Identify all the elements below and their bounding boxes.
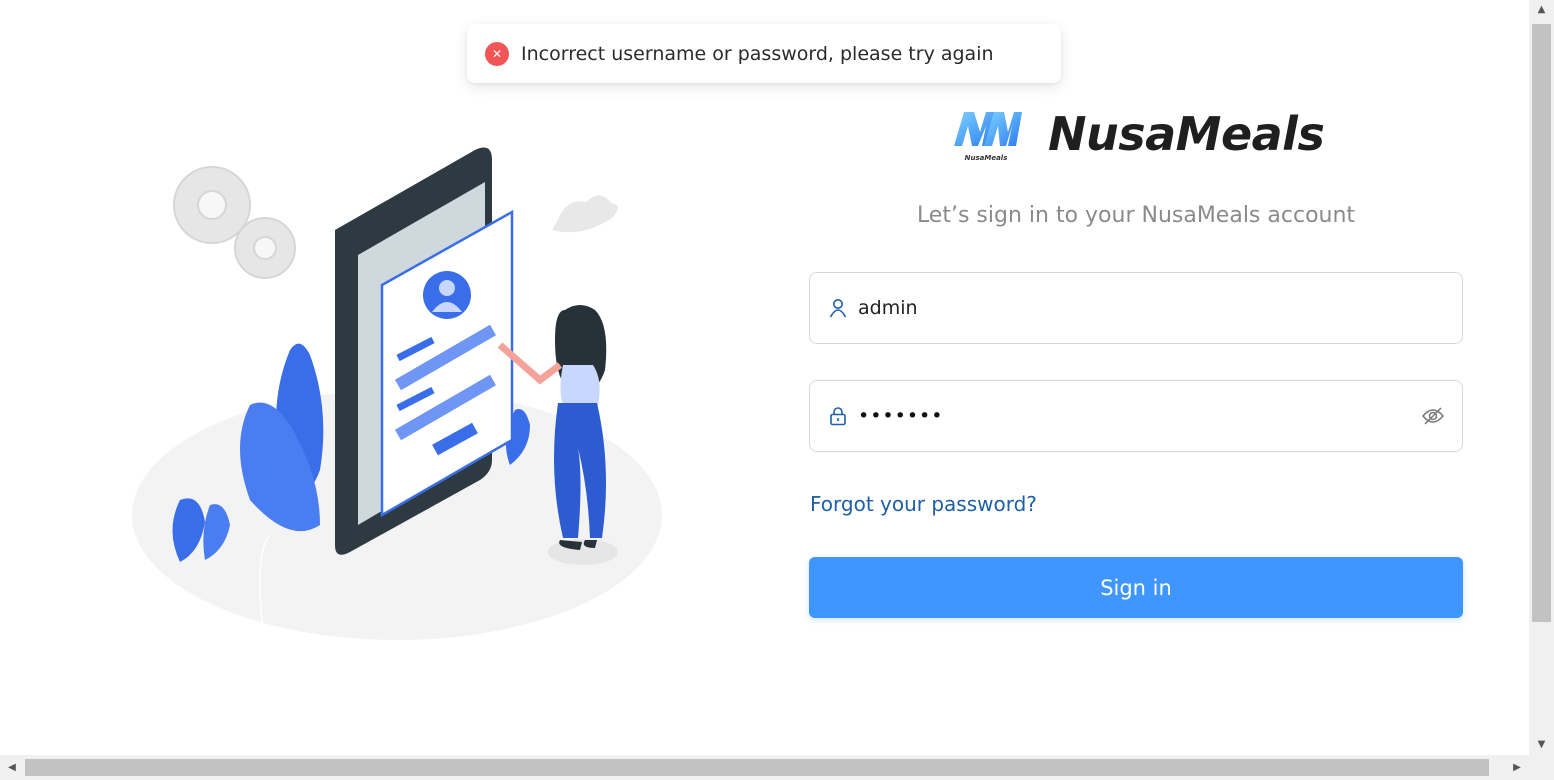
horizontal-scroll-thumb[interactable] [25, 759, 1489, 776]
close-circle-icon: ✕ [485, 41, 509, 66]
scroll-right-icon[interactable]: ▶ [1505, 755, 1529, 780]
eye-slash-icon[interactable] [1420, 403, 1446, 429]
brand-logo: NusaMeals [950, 106, 1022, 162]
login-illustration [132, 147, 662, 660]
password-input[interactable]: ••••••• [858, 405, 1420, 427]
username-input[interactable] [858, 288, 1462, 328]
gear-icon [173, 166, 296, 279]
vertical-scrollbar[interactable]: ▲ ▼ [1529, 0, 1554, 755]
password-field[interactable]: ••••••• [809, 380, 1463, 452]
lock-icon [828, 405, 850, 427]
brand: NusaMeals NusaMeals [950, 104, 1325, 164]
page-subtitle: Let’s sign in to your NusaMeals account [916, 203, 1356, 228]
scroll-left-icon[interactable]: ◀ [0, 755, 24, 780]
vertical-scroll-thumb[interactable] [1532, 24, 1551, 622]
scroll-up-icon[interactable]: ▲ [1529, 0, 1554, 20]
horizontal-scrollbar[interactable]: ◀ ▶ [0, 755, 1529, 780]
scrollbar-corner [1529, 755, 1554, 780]
sign-in-button[interactable]: Sign in [809, 557, 1463, 618]
scroll-down-icon[interactable]: ▼ [1529, 735, 1554, 755]
username-field[interactable] [809, 272, 1463, 344]
error-toast: ✕ Incorrect username or password, please… [467, 24, 1061, 83]
forgot-password-link[interactable]: Forgot your password? [810, 492, 1037, 516]
toast-message: Incorrect username or password, please t… [521, 42, 994, 65]
user-icon [828, 297, 850, 319]
brand-name: NusaMeals [1048, 107, 1325, 161]
